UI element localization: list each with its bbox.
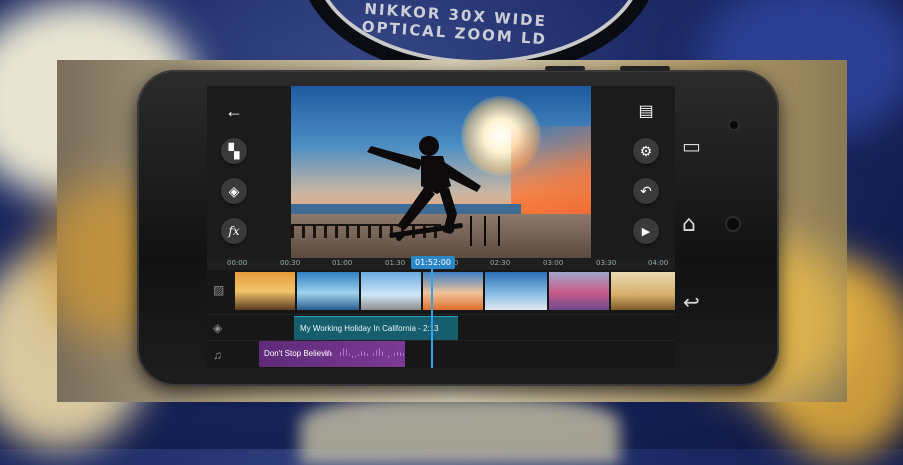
video-clip-thumbnail[interactable] [485,272,547,310]
tick-label: 03:00 [543,259,564,267]
current-time-badge: 01:52:00 [411,256,455,269]
left-toolbar: ← ▚ ◈ fx [207,86,291,258]
volume-button [620,66,670,71]
tick-label: 00:00 [227,259,248,267]
right-toolbar: ▤ ⚙ ↶ ▶ [591,86,675,258]
video-clip-thumbnail[interactable] [235,272,295,310]
video-preview[interactable] [291,86,591,258]
video-track: ▨ [207,270,675,314]
front-camera [730,121,738,129]
undo-icon[interactable]: ↶ [633,178,659,204]
video-clip-thumbnail[interactable] [611,272,675,310]
tick-label: 00:30 [280,259,301,267]
video-track-icon: ▨ [213,283,225,297]
text-layer-clip[interactable]: My Working Holiday In California - 2:13 [294,316,458,340]
skater-silhouette [367,136,500,246]
tick-label: 04:00 [648,259,669,267]
settings-gear-icon[interactable]: ⚙ [633,138,659,164]
music-note-icon: ♫ [213,348,222,362]
tick-label: 03:30 [596,259,617,267]
tick-label: 01:30 [385,259,406,267]
proximity-sensor [727,218,739,230]
back-icon[interactable]: ↩ [683,290,700,314]
editor-screen: ← ▚ ◈ fx ▤ ⚙ ↶ ▶ 00:00 00:30 01:00 01:30… [207,86,675,368]
home-icon[interactable]: ⌂ [682,212,696,237]
back-arrow-icon[interactable]: ← [221,98,247,124]
export-icon[interactable]: ▤ [633,98,659,124]
tick-label: 01:00 [332,259,353,267]
audio-clip[interactable]: Don't Stop Believin [259,341,405,367]
video-clip-thumbnail[interactable] [297,272,359,310]
media-add-icon[interactable]: ▚ [221,138,247,164]
video-clip-thumbnail[interactable] [361,272,421,310]
recent-apps-icon[interactable]: ▭ [682,134,701,158]
layer-track-icon: ◈ [213,321,223,335]
tick-label: 02:30 [490,259,511,267]
layers-icon[interactable]: ◈ [221,178,247,204]
fx-icon[interactable]: fx [221,218,247,244]
video-clip-thumbnail[interactable] [549,272,609,310]
playhead[interactable] [431,258,433,368]
play-icon[interactable]: ▶ [633,218,659,244]
power-button [545,66,585,71]
audio-waveform [319,346,405,360]
